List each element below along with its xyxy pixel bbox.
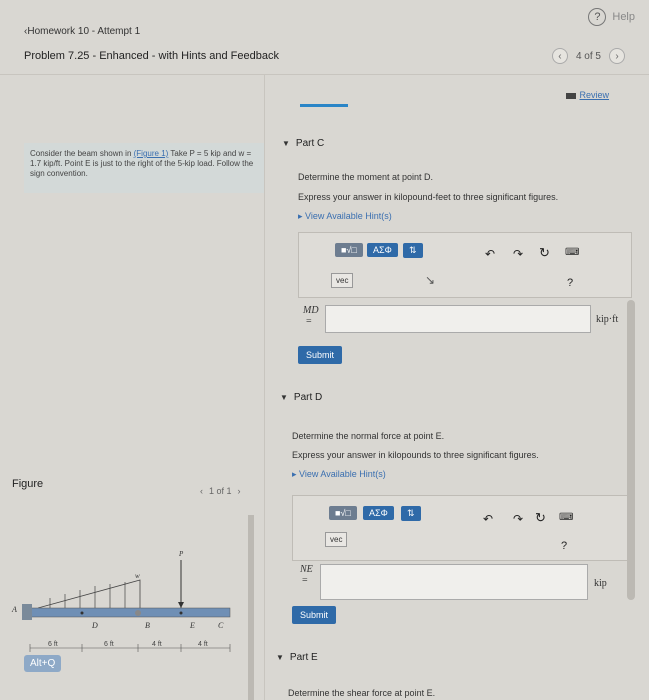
problem-pager: ‹ 4 of 5 › — [551, 48, 625, 64]
keyboard-icon[interactable]: ⌨ — [559, 512, 573, 523]
part-c-header[interactable]: ▼ Part C — [282, 138, 324, 149]
figure-scrollbar[interactable] — [248, 515, 254, 700]
figure-label: Figure — [12, 478, 44, 490]
label-w: w — [135, 572, 140, 580]
keyboard-icon[interactable]: ⌨ — [565, 247, 579, 258]
prev-button[interactable]: ‹ — [551, 48, 568, 64]
part-c-answer-input[interactable] — [325, 305, 591, 333]
greek-button[interactable]: ΑΣΦ — [367, 243, 398, 257]
caret-right-icon: ▸ — [298, 211, 303, 221]
back-label: Homework 10 - Attempt 1 — [27, 26, 141, 37]
caret-down-icon: ▼ — [276, 653, 284, 662]
review-link[interactable]: Review — [566, 90, 609, 100]
header-divider — [0, 74, 649, 75]
part-d-question: Determine the normal force at point E. — [292, 431, 445, 441]
point-d-marker — [80, 611, 84, 615]
part-d-hint-label: View Available Hint(s) — [299, 469, 386, 479]
figure-pager-text: 1 of 1 — [209, 486, 232, 496]
help-question-icon[interactable]: ? — [567, 277, 573, 289]
part-d-var-label: NE — [300, 564, 313, 575]
label-e: E — [189, 621, 195, 630]
alt-q-overlay: Alt+Q — [24, 655, 62, 672]
part-e-header[interactable]: ▼ Part E — [276, 652, 318, 663]
part-d-answer-input[interactable] — [320, 564, 588, 600]
figure-next-icon[interactable]: › — [238, 486, 241, 496]
sort-button[interactable]: ⇅ — [401, 506, 421, 521]
problem-text-1: Consider the beam shown in — [30, 149, 132, 158]
point-load-head — [178, 602, 184, 608]
part-d-label: Part D — [293, 392, 323, 403]
part-c-var-label: MD — [303, 305, 319, 316]
reset-icon[interactable]: ↻ — [539, 245, 550, 261]
label-p: P — [178, 550, 184, 558]
wall-support — [22, 604, 32, 620]
label-b: B — [145, 621, 150, 630]
label-d: D — [91, 621, 98, 630]
redo-icon[interactable]: ↷ — [513, 512, 523, 526]
undo-icon[interactable]: ↶ — [485, 247, 495, 261]
part-d-equals: = — [302, 575, 308, 586]
pane-divider[interactable] — [264, 75, 265, 700]
label-a: A — [11, 605, 17, 614]
dim-label-4: 4 ft — [198, 641, 208, 648]
part-c-unit: kip·ft — [596, 314, 619, 325]
part-c-hint-label: View Available Hint(s) — [305, 211, 392, 221]
part-c-label: Part C — [295, 138, 325, 149]
part-e-question: Determine the shear force at point E. — [288, 688, 436, 698]
caret-down-icon: ▼ — [282, 139, 290, 148]
help-link[interactable]: ? Help — [588, 8, 635, 26]
pin-support — [135, 610, 141, 616]
caret-right-icon: ▸ — [292, 469, 297, 479]
part-d-unit: kip — [594, 578, 607, 589]
point-e-marker — [179, 611, 183, 615]
undo-icon[interactable]: ↶ — [483, 512, 493, 526]
part-c-question: Determine the moment at point D. — [298, 172, 434, 182]
vec-button[interactable]: vec — [331, 273, 354, 288]
part-c-submit-button[interactable]: Submit — [298, 346, 343, 364]
vec-button[interactable]: vec — [325, 532, 348, 547]
part-d-toolbar: ■√□ ΑΣΦ ⇅ vec ↶ ↷ ↻ ⌨ ? — [292, 495, 628, 561]
part-d-instructions: Express your answer in kilopounds to thr… — [292, 450, 539, 460]
part-d-header[interactable]: ▼ Part D — [280, 392, 322, 403]
templates-button[interactable]: ■√□ — [335, 243, 363, 257]
review-icon — [566, 92, 577, 99]
help-label: Help — [612, 11, 635, 23]
redo-icon[interactable]: ↷ — [513, 247, 523, 261]
review-label: Review — [579, 90, 609, 100]
dim-label-1: 6 ft — [48, 641, 58, 648]
dim-label-2: 6 ft — [104, 641, 114, 648]
help-question-icon[interactable]: ? — [561, 540, 567, 552]
problem-statement: Consider the beam shown in (Figure 1) Ta… — [24, 143, 264, 193]
beam-figure: A D B E C w P 6 ft 6 ft 4 ft 4 ft — [11, 550, 231, 652]
progress-indicator — [300, 104, 348, 107]
part-e-label: Part E — [289, 652, 318, 663]
templates-button[interactable]: ■√□ — [329, 506, 357, 520]
cursor-icon: ↘ — [425, 273, 436, 287]
label-c: C — [218, 621, 224, 630]
page-title: Problem 7.25 - Enhanced - with Hints and… — [24, 50, 279, 62]
next-button[interactable]: › — [609, 48, 625, 64]
greek-button[interactable]: ΑΣΦ — [363, 506, 394, 520]
figure-prev-icon[interactable]: ‹ — [200, 486, 203, 496]
figure-pager: ‹ 1 of 1 › — [200, 486, 241, 496]
reset-icon[interactable]: ↻ — [535, 510, 546, 526]
part-c-toolbar: ■√□ ΑΣΦ ⇅ vec ↘ ↶ ↷ ↻ ⌨ ? — [298, 232, 632, 298]
pager-text: 4 of 5 — [575, 50, 601, 62]
dim-label-3: 4 ft — [152, 641, 162, 648]
part-c-instructions: Express your answer in kilopound-feet to… — [298, 192, 559, 202]
page-scrollbar[interactable] — [627, 300, 635, 600]
figure-link[interactable]: (Figure 1) — [134, 149, 169, 158]
sort-button[interactable]: ⇅ — [403, 243, 423, 258]
help-icon: ? — [588, 8, 607, 26]
back-link[interactable]: ‹Homework 10 - Attempt 1 — [24, 26, 140, 37]
part-d-submit-button[interactable]: Submit — [292, 606, 337, 624]
part-d-hint-link[interactable]: ▸ View Available Hint(s) — [292, 469, 386, 480]
part-c-equals: = — [306, 316, 312, 327]
beam — [29, 607, 231, 618]
part-c-hint-link[interactable]: ▸ View Available Hint(s) — [298, 211, 392, 222]
caret-down-icon: ▼ — [280, 393, 288, 402]
